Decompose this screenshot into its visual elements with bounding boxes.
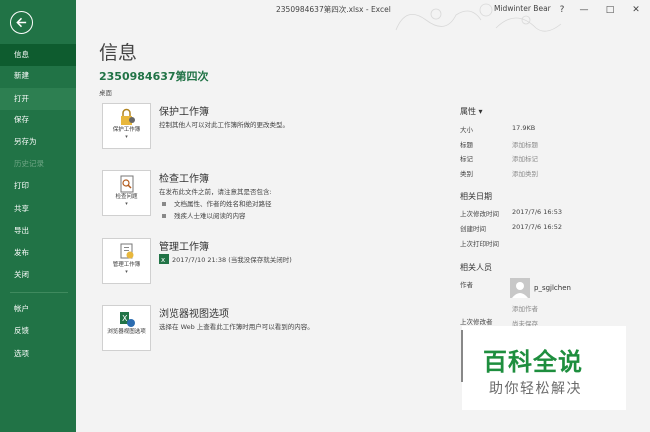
inspect-title: 检查工作簿 [159,174,209,185]
browser-view-options-label: 浏览器视图选项 [107,329,146,335]
title-label: 标题 [460,141,473,149]
add-category-field[interactable]: 添加类别 [512,168,538,178]
size-label: 大小 [460,126,473,134]
author-name[interactable]: p_sgjlchen [534,284,571,292]
manage-title: 管理工作簿 [159,242,209,253]
created-value: 2017/7/6 16:52 [512,223,562,231]
minimize-button[interactable]: — [576,1,592,19]
browser-view-options-button[interactable]: X 浏览器视图选项 [102,305,151,351]
nav-options[interactable]: 选项 [0,343,76,365]
size-value: 17.9KB [512,124,536,132]
watermark-divider [461,330,463,382]
browser-desc: 选择在 Web 上查看此工作簿时用户可以看到的内容。 [159,323,314,331]
last-modified-by-label: 上次修改者 [460,318,493,326]
protect-workbook-label: 保护工作簿 [112,127,141,133]
page-title: 信息 [99,42,138,64]
inspect-bullet-1: 文档属性、作者的姓名和绝对路径 [174,200,272,208]
check-issues-button[interactable]: 检查问题 ▾ [102,170,151,216]
list-item: 文档属性、作者的姓名和绝对路径 [162,198,272,208]
protect-title: 保护工作簿 [159,107,209,118]
watermark-title: 百科全说 [483,348,583,376]
back-arrow-icon[interactable] [10,11,33,34]
nav-divider [10,292,68,293]
list-item: 残疾人士难以阅读的内容 [162,210,246,220]
help-button[interactable]: ? [554,1,570,19]
properties-dropdown[interactable]: 属性 ▾ [460,106,483,117]
svg-text:X: X [122,314,128,323]
restore-button[interactable]: □ [602,1,618,19]
nav-open[interactable]: 打开 [0,88,76,110]
watermark-subtitle: 助你轻松解决 [489,381,582,397]
printed-label: 上次打印时间 [460,240,499,248]
backstage-nav: 信息 新建 打开 保存 另存为 历史记录 打印 共享 导出 发布 关闭 帐户 反… [0,0,76,432]
nav-feedback[interactable]: 反馈 [0,320,76,342]
nav-save[interactable]: 保存 [0,109,76,131]
nav-account[interactable]: 帐户 [0,298,76,320]
modified-value: 2017/7/6 16:53 [512,208,562,216]
inspect-document-icon [120,175,133,193]
manage-workbook-button[interactable]: 管理工作簿 ▾ [102,238,151,284]
modified-label: 上次修改时间 [460,210,499,218]
chevron-down-icon: ▾ [125,269,128,275]
related-dates-header: 相关日期 [460,192,492,201]
nav-print[interactable]: 打印 [0,175,76,197]
nav-export[interactable]: 导出 [0,220,76,242]
inspect-desc: 在发布此文件之前，请注意其是否包含: [159,188,272,196]
category-label: 类别 [460,170,473,178]
title-bar: 2350984637第四次.xlsx - Excel Midwinter Bea… [76,0,650,32]
nav-close[interactable]: 关闭 [0,264,76,286]
bullet-icon [162,214,166,218]
document-location[interactable]: 桌面 [99,87,112,97]
created-label: 创建时间 [460,225,486,233]
add-tags-field[interactable]: 添加标记 [512,153,538,163]
related-people-header: 相关人员 [460,263,492,272]
manage-workbook-icon [120,243,133,259]
excel-file-icon: x [159,254,169,264]
nav-publish[interactable]: 发布 [0,242,76,264]
add-title-field[interactable]: 添加标题 [512,139,538,149]
user-name[interactable]: Midwinter Bear [494,4,551,13]
document-name: 2350984637第四次 [99,70,209,83]
author-label: 作者 [460,281,473,289]
manage-workbook-label: 管理工作簿 [112,262,141,268]
svg-text:x: x [161,256,165,264]
add-author-link[interactable]: 添加作者 [512,303,538,313]
nav-new[interactable]: 新建 [0,65,76,87]
person-icon [512,282,528,298]
tags-label: 标记 [460,155,473,163]
chevron-down-icon: ▾ [125,134,128,140]
autosave-entry[interactable]: x 2017/7/10 21:38 (当我没保存就关闭时) [159,254,292,264]
browser-title: 浏览器视图选项 [159,309,229,320]
inspect-bullet-2: 残疾人士难以阅读的内容 [174,212,246,220]
check-issues-label: 检查问题 [115,194,138,200]
nav-info[interactable]: 信息 [0,44,76,66]
protect-workbook-button[interactable]: 保护工作簿 ▾ [102,103,151,149]
bullet-icon [162,202,166,206]
lock-icon [120,108,135,125]
window-title: 2350984637第四次.xlsx - Excel [276,5,391,14]
nav-share[interactable]: 共享 [0,198,76,220]
nav-save-as[interactable]: 另存为 [0,131,76,153]
close-button[interactable]: ✕ [628,1,644,19]
avatar [510,278,530,298]
browser-view-icon: X [119,312,135,327]
protect-desc: 控制其他人可以对此工作簿所做的更改类型。 [159,121,289,129]
autosave-entry-text: 2017/7/10 21:38 (当我没保存就关闭时) [172,256,292,264]
chevron-down-icon: ▾ [125,201,128,207]
nav-history: 历史记录 [14,159,44,168]
